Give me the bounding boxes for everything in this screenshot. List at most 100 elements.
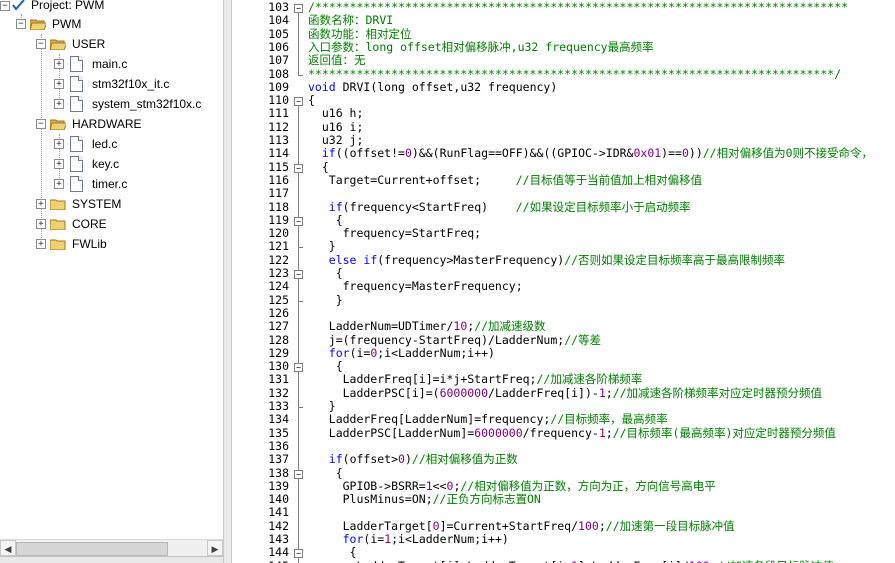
expand-icon[interactable]: +	[54, 59, 64, 69]
line-number: 141	[268, 505, 289, 520]
code-line[interactable]: LadderPSC[LadderNum]=6000000/frequency-1…	[308, 426, 836, 440]
code-line[interactable]: {	[308, 93, 315, 107]
code-text: ((offset!=	[335, 146, 405, 161]
code-line[interactable]: {	[308, 160, 329, 174]
code-text: <<	[432, 478, 447, 493]
code-line[interactable]: 返回值：无	[308, 54, 366, 67]
expand-icon[interactable]: +	[54, 139, 64, 149]
code-line[interactable]: j=(frequency-StartFreq)/LadderNum;//等差	[308, 333, 601, 347]
code-line[interactable]: u16 h;	[308, 106, 364, 121]
code-line[interactable]: GPIOB->BSRR=1<<0;//相对偏移值为正数，方向为正，方向信号高电平	[308, 478, 716, 493]
scroll-left-icon[interactable]: ◀	[0, 540, 16, 556]
code-line[interactable]: }	[308, 240, 336, 253]
fold-collapse-icon[interactable]: −	[294, 270, 303, 279]
code-number: 6000000	[439, 385, 489, 400]
scroll-right-icon[interactable]: ▶	[207, 540, 223, 556]
code-line[interactable]: else if(frequency>MasterFrequency)//否则如果…	[308, 253, 785, 267]
tree-group-user[interactable]: − USER	[0, 34, 223, 54]
code-comment: 函数名称：DRVI	[308, 13, 394, 28]
tree-item-target[interactable]: − PWM	[0, 14, 223, 34]
fold-collapse-icon[interactable]: −	[294, 216, 303, 226]
fold-collapse-icon[interactable]: −	[294, 4, 303, 13]
expand-icon[interactable]: +	[54, 79, 64, 89]
tree-horizontal-scrollbar[interactable]: ◀ ▶	[0, 539, 223, 557]
code-line[interactable]: LadderTarget[i]=LadderTarget[i-1]+Ladder…	[308, 559, 833, 563]
code-line[interactable]: for(i=1;i<LadderNum;i++)	[308, 532, 509, 546]
project-panel: − Project: PWM − PWM − USER + main.c + s…	[0, 0, 223, 563]
code-line[interactable]: LadderFreq[LadderNum]=frequency;//目标频率，最…	[308, 413, 668, 426]
fold-collapse-icon[interactable]: −	[294, 163, 303, 173]
code-line[interactable]: LadderPSC[i]=(6000000/LadderFreq[i])-1;/…	[308, 385, 822, 400]
expand-icon[interactable]: +	[54, 159, 64, 169]
expand-icon[interactable]: +	[36, 199, 46, 209]
code-line[interactable]: 函数功能：相对定位	[308, 27, 412, 41]
tree-group-system[interactable]: + SYSTEM	[0, 194, 223, 214]
line-number: 128	[268, 332, 289, 347]
code-number: 0	[398, 452, 405, 467]
collapse-icon[interactable]: −	[36, 39, 46, 49]
fold-collapse-icon[interactable]: −	[294, 97, 303, 107]
code-editor[interactable]: 103 /************************************…	[232, 0, 895, 563]
fold-collapse-icon[interactable]: −	[294, 469, 303, 479]
code-line[interactable]: {	[308, 546, 357, 559]
fold-collapse-icon[interactable]: −	[294, 363, 303, 373]
code-line[interactable]: {	[308, 359, 343, 373]
tree-file-main[interactable]: + main.c	[0, 54, 223, 74]
tree-group-core[interactable]: + CORE	[0, 214, 223, 234]
code-line[interactable]: void DRVI(long offset,u32 frequency)	[308, 80, 557, 94]
code-line[interactable]: for(i=0;i<LadderNum;i++)	[308, 345, 495, 360]
tree-file-timer[interactable]: + timer.c	[0, 174, 223, 194]
code-line[interactable]: u32 j;	[308, 133, 364, 147]
tree-group-fwlib[interactable]: + FWLib	[0, 234, 223, 254]
tree-item-project[interactable]: − Project: PWM	[0, 0, 223, 15]
expand-icon[interactable]: +	[36, 239, 46, 249]
expand-icon[interactable]: +	[36, 219, 46, 229]
line-number: 144	[268, 545, 289, 560]
panel-splitter[interactable]	[223, 0, 232, 563]
code-line[interactable]: LadderNum=UDTimer/10;//加减速级数	[308, 320, 546, 333]
code-number: 1	[425, 478, 433, 493]
code-line[interactable]: Target=Current+offset; //目标值等于当前值加上相对偏移值	[308, 172, 702, 187]
tree-file-key[interactable]: + key.c	[0, 154, 223, 174]
expand-icon[interactable]: +	[54, 179, 64, 189]
code-line[interactable]: {	[308, 213, 343, 227]
code-line[interactable]: {	[308, 266, 343, 280]
file-icon	[70, 76, 83, 92]
code-line[interactable]: }	[308, 292, 343, 307]
code-line[interactable]: if((offset!=0)&&(RunFlag==OFF)&&((GPIOC-…	[308, 147, 873, 160]
panel-tab-strip[interactable]	[0, 556, 223, 563]
tree-file-it[interactable]: + stm32f10x_it.c	[0, 74, 223, 94]
code-line[interactable]: ****************************************…	[308, 67, 841, 81]
fold-guide	[298, 13, 299, 75]
code-text: u16 h;	[308, 106, 364, 121]
open-folder-icon	[50, 39, 66, 50]
code-line[interactable]: PlusMinus=ON;//正负方向标志置ON	[308, 492, 541, 506]
tree-file-system[interactable]: + system_stm32f10x.c	[0, 94, 223, 114]
collapse-icon[interactable]: −	[0, 1, 10, 11]
code-line[interactable]: 函数名称：DRVI	[308, 14, 393, 27]
code-line[interactable]: frequency=StartFreq;	[308, 226, 481, 240]
tree-group-hardware[interactable]: − HARDWARE	[0, 114, 223, 134]
fold-collapse-icon[interactable]: −	[294, 549, 303, 559]
collapse-icon[interactable]: −	[36, 119, 46, 129]
code-text: }	[308, 292, 343, 307]
tree-file-led[interactable]: + led.c	[0, 134, 223, 154]
code-text: Target=Current+offset;	[308, 172, 516, 187]
code-line[interactable]: LadderFreq[i]=i*j+StartFreq;//加减速各阶梯频率	[308, 373, 643, 386]
code-line[interactable]: 入口参数：long offset相对偏移脉冲,u32 frequency最高频率	[308, 40, 654, 54]
code-line[interactable]: /***************************************…	[308, 0, 848, 14]
code-line[interactable]: }	[308, 399, 336, 413]
line-number: 112	[268, 119, 289, 134]
code-line[interactable]: if(frequency<StartFreq) //如果设定目标频率小于启动频率	[308, 200, 691, 214]
scroll-thumb[interactable]	[16, 542, 168, 556]
collapse-icon[interactable]: −	[16, 19, 26, 29]
code-line[interactable]: {	[308, 466, 343, 480]
expand-icon[interactable]: +	[54, 99, 64, 109]
code-line[interactable]: LadderTarget[0]=Current+StartFreq/100;//…	[308, 519, 735, 533]
code-line[interactable]: if(offset>0)//相对偏移值为正数	[308, 453, 518, 466]
code-line[interactable]: u16 i;	[308, 120, 364, 134]
code-text: (i=	[349, 345, 371, 360]
code-line[interactable]: frequency=MasterFrequency;	[308, 280, 523, 293]
